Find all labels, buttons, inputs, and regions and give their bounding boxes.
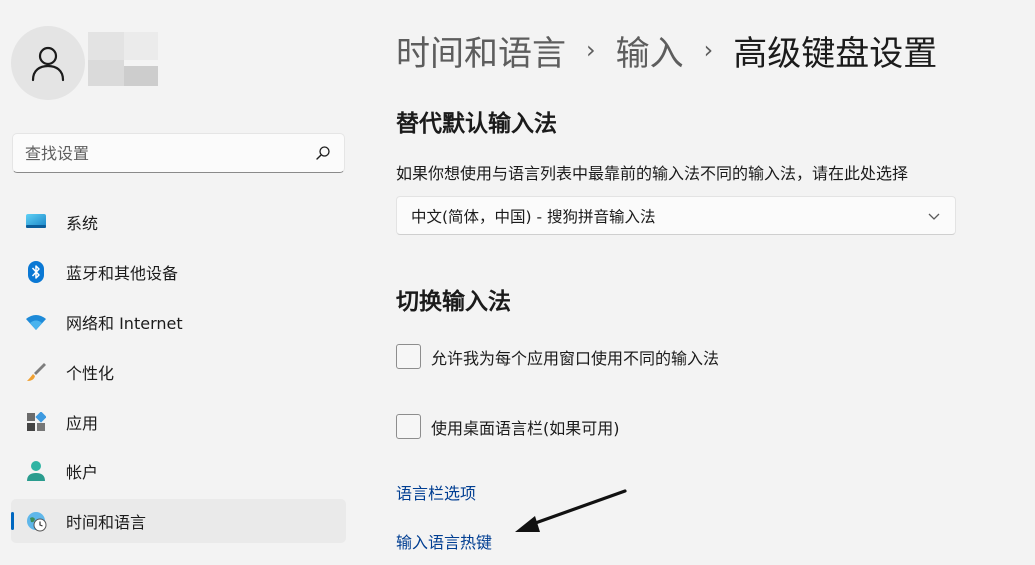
chevron-down-icon: [927, 206, 941, 225]
breadcrumb-time-language[interactable]: 时间和语言: [396, 26, 566, 75]
sidebar-item-network[interactable]: 网络和 Internet: [11, 300, 346, 344]
monitor-icon: [25, 211, 47, 233]
username-blurred: [88, 32, 168, 88]
sidebar-item-system[interactable]: 系统: [11, 200, 346, 244]
chevron-right-icon: ›: [586, 36, 596, 64]
override-section-title: 替代默认输入法: [396, 111, 557, 137]
per-app-input-checkbox-row[interactable]: 允许我为每个应用窗口使用不同的输入法: [396, 344, 719, 369]
search-icon[interactable]: [314, 144, 332, 162]
settings-search[interactable]: [12, 133, 345, 173]
user-avatar[interactable]: [11, 26, 85, 100]
person-icon: [31, 46, 65, 82]
desktop-language-bar-checkbox[interactable]: [396, 414, 421, 439]
sidebar-item-label: 蓝牙和其他设备: [66, 263, 179, 283]
chevron-right-icon: ›: [703, 36, 714, 64]
bluetooth-icon: [25, 260, 47, 283]
sidebar-item-label: 系统: [66, 214, 99, 233]
brush-icon: [25, 361, 47, 383]
per-app-input-checkbox[interactable]: [396, 344, 421, 369]
override-description: 如果你想使用与语言列表中最靠前的输入法不同的输入法，请在此处选择: [396, 164, 909, 183]
sidebar-item-label: 个性化: [66, 363, 115, 383]
sidebar-nav: 系统 蓝牙和其他设备 网络和 Internet 个性化 应用 帐户 时间和语言: [11, 200, 346, 549]
input-language-hotkeys-link[interactable]: 输入语言热键: [396, 529, 492, 553]
sidebar-item-personalization[interactable]: 个性化: [11, 350, 346, 394]
desktop-language-bar-checkbox-row[interactable]: 使用桌面语言栏(如果可用): [396, 414, 620, 439]
dropdown-selected-value: 中文(简体，中国) - 搜狗拼音输入法: [411, 207, 656, 226]
sidebar-item-label: 网络和 Internet: [66, 313, 183, 333]
desktop-language-bar-label: 使用桌面语言栏(如果可用): [431, 418, 620, 438]
annotation-arrow-icon: [515, 489, 627, 532]
language-bar-options-link[interactable]: 语言栏选项: [396, 480, 476, 504]
breadcrumb-input[interactable]: 输入: [616, 26, 684, 75]
search-input[interactable]: [25, 143, 314, 163]
sidebar-item-time-language[interactable]: 时间和语言: [11, 499, 346, 544]
wifi-icon: [25, 311, 47, 333]
apps-icon: [25, 411, 47, 433]
sidebar-item-label: 应用: [66, 413, 99, 433]
input-method-dropdown[interactable]: 中文(简体，中国) - 搜狗拼音输入法: [396, 196, 956, 235]
switching-section-title: 切换输入法: [396, 289, 511, 315]
breadcrumb: 时间和语言 › 输入 › 高级键盘设置: [396, 26, 937, 74]
sidebar-item-bluetooth[interactable]: 蓝牙和其他设备: [11, 250, 346, 294]
page-title: 高级键盘设置: [733, 33, 938, 74]
sidebar-item-label: 帐户: [66, 463, 99, 483]
per-app-input-label: 允许我为每个应用窗口使用不同的输入法: [431, 348, 720, 368]
sidebar-item-label: 时间和语言: [66, 513, 147, 533]
account-icon: [25, 460, 47, 482]
clock-globe-icon: [25, 510, 47, 532]
sidebar-item-accounts[interactable]: 帐户: [11, 449, 346, 493]
sidebar-item-apps[interactable]: 应用: [11, 400, 346, 444]
